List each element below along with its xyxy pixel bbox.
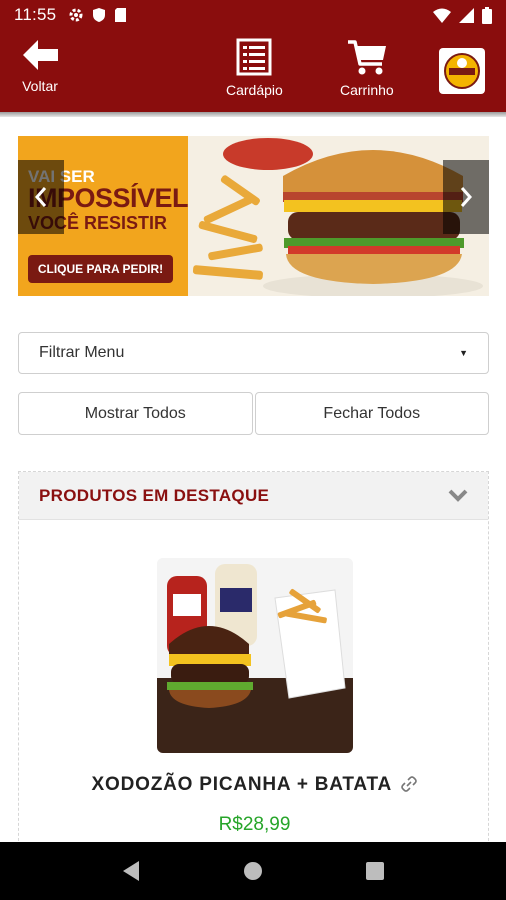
section-header[interactable]: PRODUTOS EM DESTAQUE (19, 472, 488, 520)
arrow-left-icon (23, 40, 58, 70)
expand-collapse-row: Mostrar Todos Fechar Todos (18, 392, 489, 435)
wifi-icon (433, 8, 451, 23)
sd-card-icon (115, 8, 127, 22)
section-title: PRODUTOS EM DESTAQUE (39, 485, 270, 505)
chevron-down-icon[interactable] (448, 489, 468, 503)
nav-home-icon[interactable] (242, 860, 264, 882)
status-bar: 11:55 (0, 0, 506, 30)
chevron-left-icon (34, 187, 47, 207)
nav-recents-icon[interactable] (365, 861, 385, 881)
settings-icon (69, 8, 83, 22)
menu-button[interactable]: Cardápio (226, 38, 283, 98)
banner-cta-button[interactable]: CLIQUE PARA PEDIR! (28, 255, 173, 283)
filter-menu-select[interactable]: Filtrar Menu ▼ (18, 332, 489, 374)
product-name[interactable]: XODOZÃO PICANHA + BATATA (19, 774, 490, 796)
link-icon[interactable] (401, 776, 418, 792)
status-time: 11:55 (14, 5, 57, 24)
product-image[interactable] (157, 558, 353, 753)
close-all-button[interactable]: Fechar Todos (254, 392, 489, 435)
cart-button[interactable]: Carrinho (340, 38, 394, 98)
app-bar: Voltar Cardápio Carrinho (0, 30, 506, 112)
store-logo[interactable] (439, 48, 485, 94)
show-all-button[interactable]: Mostrar Todos (18, 392, 253, 435)
battery-icon (482, 6, 492, 24)
dropdown-caret-icon: ▼ (459, 348, 468, 358)
featured-products-section: PRODUTOS EM DESTAQUE XODOZÃO PICANHA + B… (18, 471, 489, 851)
back-button[interactable]: Voltar (20, 38, 60, 94)
menu-list-icon (236, 38, 272, 76)
cell-signal-icon (459, 7, 474, 23)
chevron-right-icon (460, 187, 473, 207)
system-nav-bar (0, 842, 506, 900)
product-price: R$28,99 (218, 814, 291, 835)
menu-label: Cardápio (226, 82, 283, 98)
app-bar-shadow (0, 112, 506, 117)
promo-banner[interactable]: VAI SER IMPOSSÍVEL VOCÊ RESISTIR CLIQUE … (18, 136, 489, 296)
product-photo (157, 558, 353, 753)
cart-label: Carrinho (340, 82, 394, 98)
nav-back-icon[interactable] (121, 860, 141, 882)
product-name-text: XODOZÃO PICANHA + BATATA (91, 774, 392, 795)
carousel-next-button[interactable] (443, 160, 489, 234)
filter-menu-label: Filtrar Menu (39, 344, 125, 361)
cart-icon (347, 40, 386, 75)
store-logo-icon (444, 53, 480, 89)
shield-icon (93, 8, 106, 22)
carousel-prev-button[interactable] (18, 160, 64, 234)
back-label: Voltar (22, 78, 58, 94)
